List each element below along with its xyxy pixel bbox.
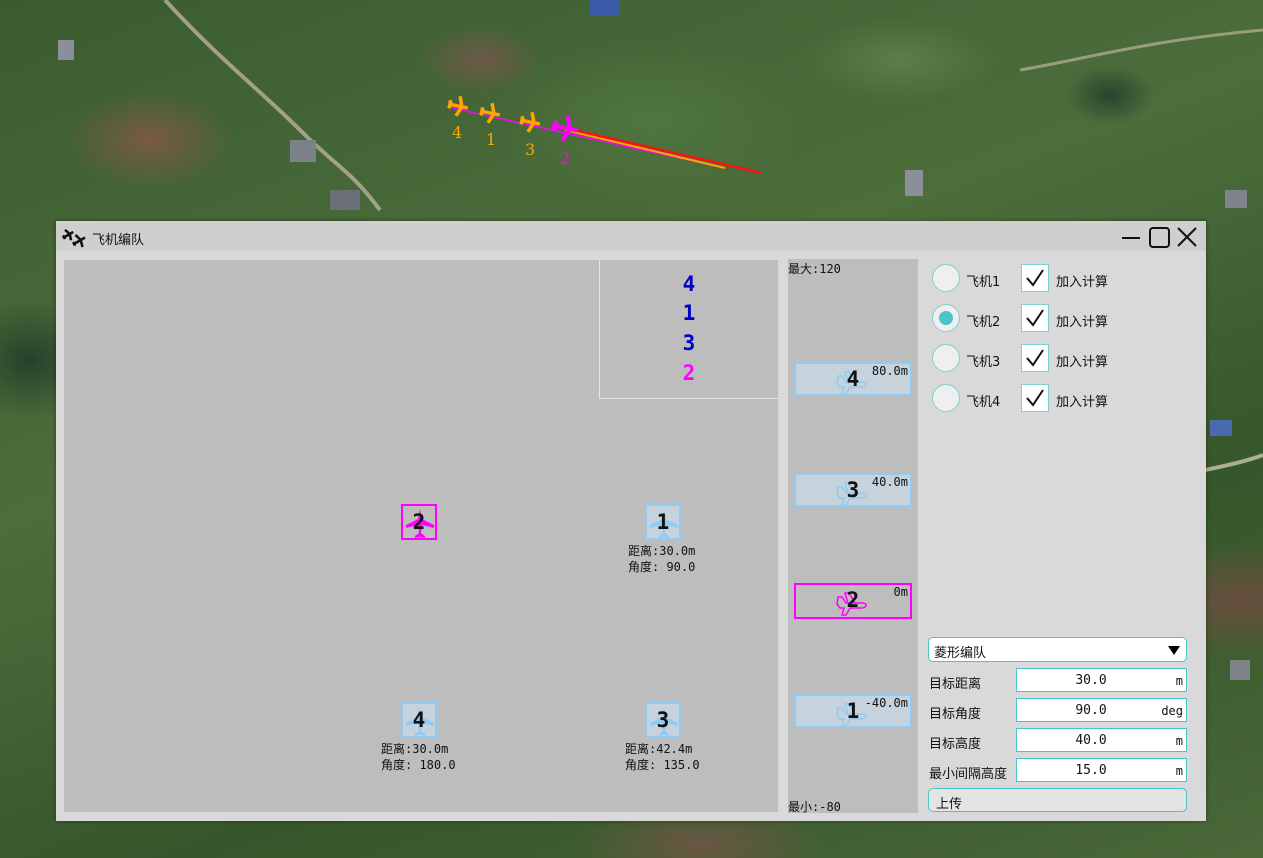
formation-plane-number: 2 [412, 510, 426, 534]
formation-plane-number: 3 [656, 708, 670, 732]
plane-1-info: 距离:30.0m 角度: 90.0 [628, 543, 695, 575]
plane-4-info: 距离:30.0m 角度: 180.0 [381, 741, 456, 773]
formation-plane-4[interactable]: 4 [401, 702, 437, 738]
target-distance-input[interactable]: 30.0 m [1016, 668, 1187, 692]
plane-3-info: 距离:42.4m 角度: 135.0 [625, 741, 700, 773]
target-angle-input[interactable]: 90.0 deg [1016, 698, 1187, 722]
radio-selected-dot [939, 311, 953, 325]
map-plane-1-icon [478, 102, 501, 124]
order-item-3: 3 [682, 331, 696, 355]
checkmark-icon [1026, 389, 1044, 407]
formation-plane-1[interactable]: 1 [645, 504, 681, 540]
minimize-icon[interactable] [1118, 224, 1144, 250]
aircraft-2-label: 飞机2 [966, 315, 1001, 330]
checkmark-icon [1026, 269, 1044, 287]
altitude-plane-3[interactable]: 3 40.0m [794, 473, 912, 507]
plane-3-angle: 角度: 135.0 [625, 758, 700, 772]
altitude-min-label: 最小:-80 [788, 800, 841, 814]
altitude-plane-4[interactable]: 4 80.0m [794, 362, 912, 396]
title-bar[interactable]: 飞机编队 [56, 221, 1206, 251]
aircraft-4-include-label: 加入计算 [1056, 395, 1109, 410]
formation-plane-number: 4 [412, 708, 426, 732]
altitude-plane-value: 0m [893, 585, 908, 599]
aircraft-3-include-checkbox[interactable] [1021, 344, 1049, 372]
altitude-plane-2[interactable]: 2 0m [794, 583, 912, 619]
upload-button[interactable]: 上传 [928, 788, 1187, 812]
min-altitude-gap-label: 最小间隔高度 [929, 767, 1008, 782]
formation-plane-3[interactable]: 3 [645, 702, 681, 738]
window-title: 飞机编队 [92, 233, 145, 248]
checkmark-icon [1026, 349, 1044, 367]
target-angle-value: 90.0 [1075, 703, 1107, 718]
map-plane-label-3: 3 [525, 140, 536, 159]
aircraft-2-include-label: 加入计算 [1056, 315, 1109, 330]
maximize-icon[interactable] [1146, 224, 1172, 250]
plane-4-angle: 角度: 180.0 [381, 758, 456, 772]
aircraft-1-include-checkbox[interactable] [1021, 264, 1049, 292]
min-altitude-gap-unit: m [1175, 764, 1183, 778]
plane-1-distance: 距离:30.0m [628, 544, 696, 558]
aircraft-3-label: 飞机3 [966, 355, 1001, 370]
target-angle-unit: deg [1161, 704, 1183, 718]
altitude-plane-value: -40.0m [864, 696, 908, 710]
aircraft-1-radio[interactable] [932, 264, 960, 292]
altitude-plane-value: 40.0m [871, 475, 908, 489]
target-distance-label: 目标距离 [929, 677, 982, 692]
min-altitude-gap-input[interactable]: 15.0 m [1016, 758, 1187, 782]
target-distance-unit: m [1175, 674, 1183, 688]
altitude-plane-1[interactable]: 1 -40.0m [794, 694, 912, 728]
plane-3-distance: 距离:42.4m [625, 742, 693, 756]
target-altitude-label: 目标高度 [929, 737, 982, 752]
aircraft-1-include-label: 加入计算 [1056, 275, 1109, 290]
map-plane-label-4: 4 [452, 123, 463, 142]
target-altitude-value: 40.0 [1075, 733, 1107, 748]
aircraft-2-include-checkbox[interactable] [1021, 304, 1049, 332]
target-distance-value: 30.0 [1075, 673, 1107, 688]
order-item-2: 1 [682, 301, 696, 325]
target-altitude-input[interactable]: 40.0 m [1016, 728, 1187, 752]
map-plane-2-icon [551, 114, 579, 142]
aircraft-3-include-label: 加入计算 [1056, 355, 1109, 370]
order-item-4: 2 [682, 361, 696, 385]
aircraft-4-include-checkbox[interactable] [1021, 384, 1049, 412]
map-plane-label-1: 1 [486, 130, 497, 149]
formation-type-select[interactable]: 菱形编队 [928, 637, 1187, 662]
map-plane-label-2: 2 [560, 149, 571, 168]
formation-window: 飞机编队 4 1 3 2 2 1 距离:30.0m 角度: 90.0 4 距离:… [56, 221, 1206, 821]
aircraft-4-radio[interactable] [932, 384, 960, 412]
map-plane-3-icon [518, 111, 541, 133]
plane-4-distance: 距离:30.0m [381, 742, 449, 756]
formation-type-value: 菱形编队 [934, 646, 987, 661]
formation-canvas[interactable]: 4 1 3 2 2 1 距离:30.0m 角度: 90.0 4 距离:30.0m… [64, 260, 778, 812]
aircraft-2-radio[interactable] [932, 304, 960, 332]
formation-plane-number: 1 [656, 510, 670, 534]
altitude-plane-value: 80.0m [871, 364, 908, 378]
target-altitude-unit: m [1175, 734, 1183, 748]
dropdown-arrow-icon [1168, 646, 1180, 655]
close-icon[interactable] [1174, 224, 1200, 250]
order-item-1: 4 [682, 272, 696, 296]
altitude-max-label: 最大:120 [788, 262, 841, 276]
min-altitude-gap-value: 15.0 [1075, 763, 1107, 778]
upload-button-label: 上传 [936, 797, 963, 812]
plane-order-panel: 4 1 3 2 [599, 260, 778, 399]
checkmark-icon [1026, 309, 1044, 327]
target-angle-label: 目标角度 [929, 707, 982, 722]
map-plane-4-icon [446, 95, 469, 117]
plane-1-angle: 角度: 90.0 [628, 560, 696, 574]
formation-plane-2[interactable]: 2 [401, 504, 437, 540]
aircraft-1-label: 飞机1 [966, 275, 1001, 290]
airplanes-app-icon [61, 228, 86, 248]
altitude-strip[interactable]: 最大:120 4 80.0m 3 40.0m 2 0m 1 -40.0m 最小:… [788, 259, 918, 814]
aircraft-4-label: 飞机4 [966, 395, 1001, 410]
aircraft-3-radio[interactable] [932, 344, 960, 372]
